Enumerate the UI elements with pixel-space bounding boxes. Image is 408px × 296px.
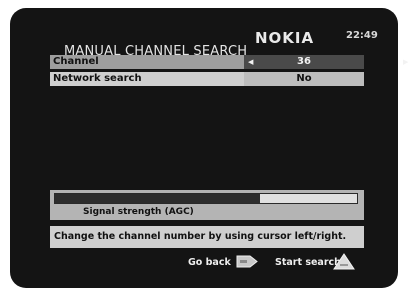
blue-arrow-key-icon[interactable] (236, 253, 258, 270)
channel-value[interactable]: 36 (244, 55, 364, 69)
arrow-left-icon[interactable]: ◀ (248, 55, 253, 69)
network-search-value[interactable]: No (244, 72, 364, 86)
signal-strength-bar (54, 193, 358, 204)
signal-strength-panel: Signal strength (AGC) (50, 190, 364, 220)
go-back-label: Go back (188, 257, 231, 268)
channel-row[interactable]: Channel 36 ◀ ▶ (50, 55, 408, 69)
clock-time: 22:49 (346, 30, 378, 41)
signal-strength-label: Signal strength (AGC) (83, 207, 194, 217)
arrow-right-icon[interactable]: ▶ (403, 55, 408, 69)
brand-logo: NOKIA (255, 29, 315, 47)
signal-strength-fill (55, 194, 261, 203)
help-text: Change the channel number by using curso… (50, 226, 364, 248)
start-search-label: Start search (275, 257, 341, 268)
channel-label: Channel (50, 55, 244, 69)
yellow-triangle-key-icon[interactable] (333, 253, 355, 270)
network-search-row[interactable]: Network search No (50, 72, 364, 86)
network-search-label: Network search (50, 72, 244, 86)
